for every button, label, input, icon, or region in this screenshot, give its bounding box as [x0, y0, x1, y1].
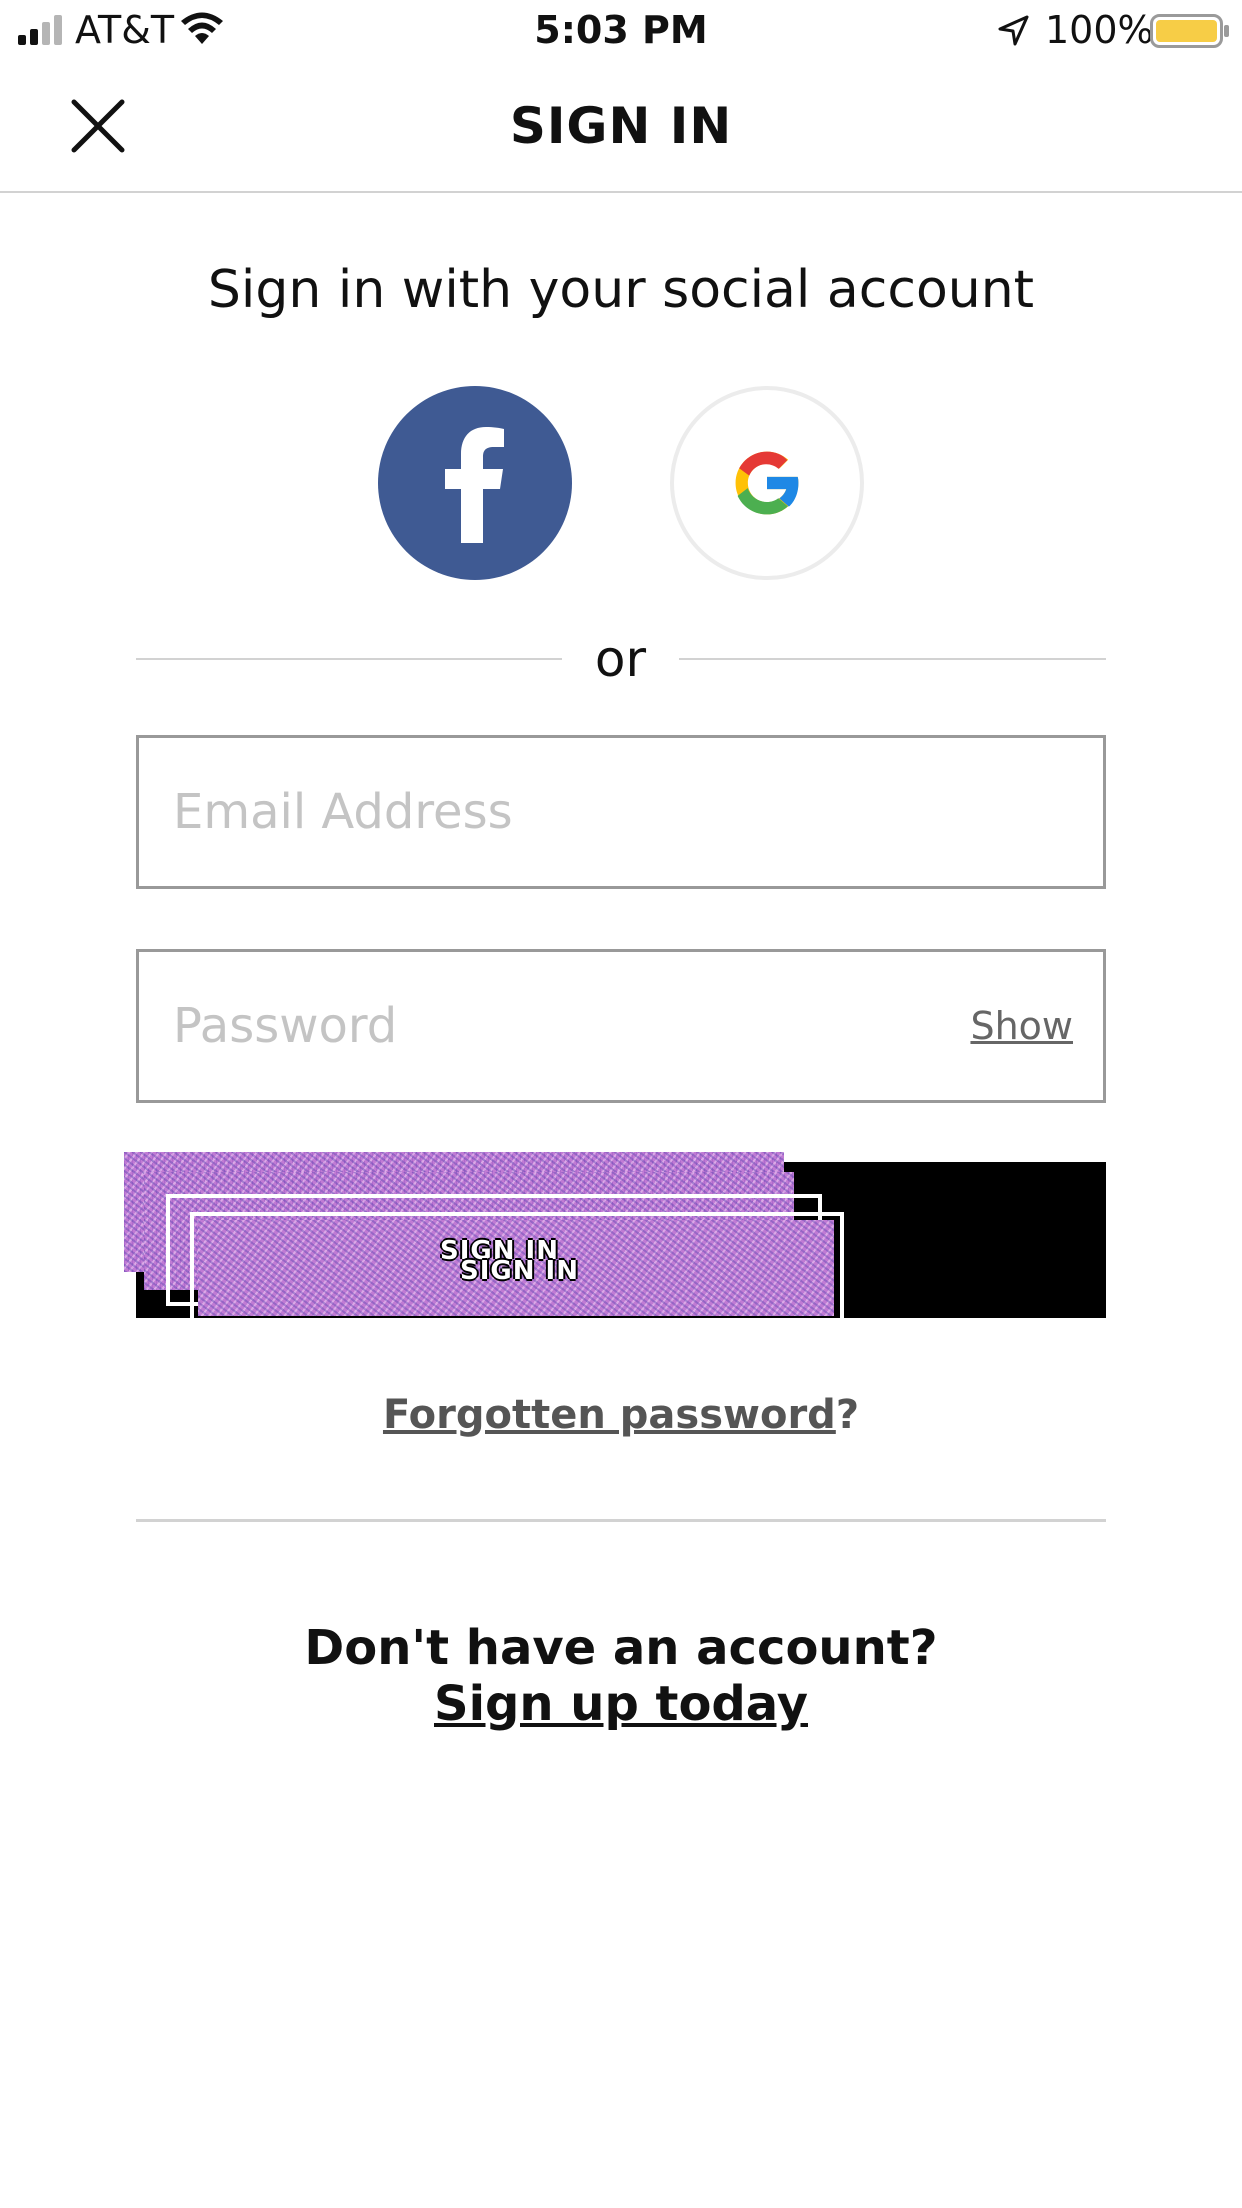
- section-divider: [136, 1519, 1106, 1522]
- forgot-password-link[interactable]: Forgotten password: [383, 1392, 836, 1438]
- or-divider: or: [136, 630, 1106, 690]
- page-title: SIGN IN: [509, 97, 733, 155]
- show-password-toggle[interactable]: Show: [970, 1002, 1073, 1050]
- forgot-password-suffix: ?: [835, 1392, 860, 1438]
- email-field-container: [136, 735, 1106, 889]
- facebook-icon: [445, 427, 504, 543]
- location-arrow-icon: [998, 15, 1029, 46]
- battery-icon: [1150, 14, 1229, 48]
- password-field-container: Show: [136, 949, 1106, 1103]
- google-signin-button[interactable]: [670, 386, 864, 580]
- password-field[interactable]: [139, 952, 1103, 1100]
- social-heading: Sign in with your social account: [207, 260, 1035, 320]
- battery-percentage: 100%: [1045, 8, 1154, 52]
- divider-line-left: [136, 658, 562, 660]
- or-label: or: [594, 630, 647, 688]
- facebook-signin-button[interactable]: [378, 386, 572, 580]
- forgot-password-row: Forgotten password?: [0, 1390, 1242, 1440]
- signup-row: Sign up today: [0, 1674, 1242, 1734]
- google-icon: [735, 451, 801, 515]
- sign-in-button-label-ghost: SIGN IN: [460, 1256, 579, 1286]
- nav-bar: SIGN IN: [0, 60, 1242, 193]
- divider-line-right: [679, 658, 1106, 660]
- sign-up-link[interactable]: Sign up today: [434, 1676, 808, 1732]
- sign-in-button[interactable]: SIGN IN SIGN IN: [124, 1152, 1106, 1326]
- status-bar: AT&T 5:03 PM 100%: [0, 0, 1242, 60]
- email-field[interactable]: [139, 738, 1103, 886]
- no-account-prompt: Don't have an account?: [304, 1620, 938, 1676]
